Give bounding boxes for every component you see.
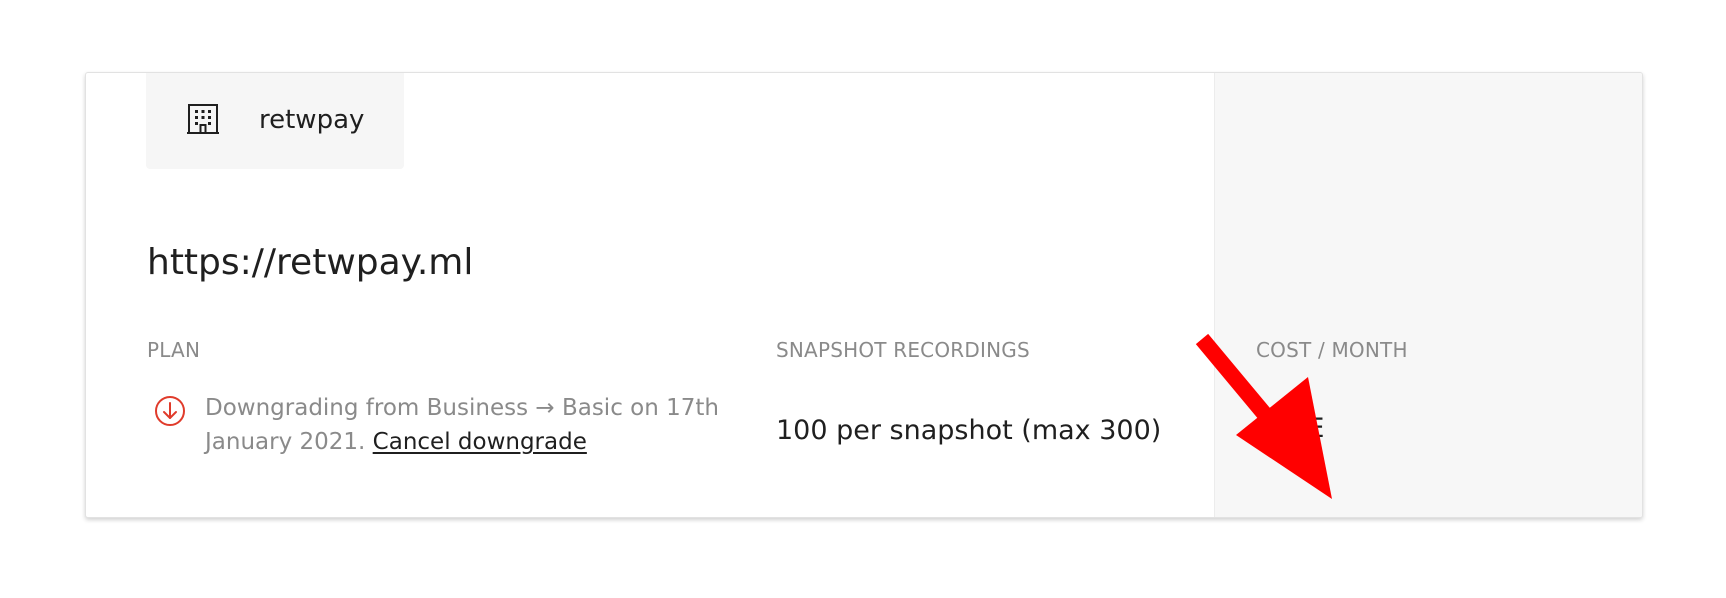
snapshot-recordings-value: 100 per snapshot (max 300) bbox=[776, 415, 1162, 446]
cost-panel bbox=[1214, 73, 1642, 517]
site-url: https://retwpay.ml bbox=[147, 242, 474, 283]
organization-tab[interactable]: retwpay bbox=[146, 73, 404, 169]
building-icon bbox=[187, 104, 219, 134]
organization-name: retwpay bbox=[259, 105, 365, 135]
plan-label: PLAN bbox=[147, 338, 201, 362]
site-plan-card: retwpay https://retwpay.ml PLAN SNAPSHOT… bbox=[85, 72, 1643, 518]
cost-month-value: FREE bbox=[1256, 413, 1325, 444]
downgrade-arrow-icon bbox=[155, 396, 185, 426]
cost-month-label: COST / MONTH bbox=[1256, 338, 1408, 362]
snapshot-recordings-label: SNAPSHOT RECORDINGS bbox=[776, 338, 1030, 362]
plan-status: Downgrading from Business → Basic on 17t… bbox=[205, 391, 745, 459]
cancel-downgrade-link[interactable]: Cancel downgrade bbox=[373, 429, 587, 455]
